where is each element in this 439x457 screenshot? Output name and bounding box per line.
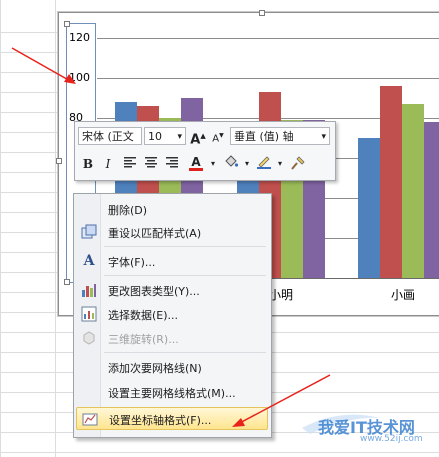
red-arrow-line xyxy=(11,47,73,83)
watermark-logo: 我爱IT技术网 www.52ij.com xyxy=(300,408,439,448)
red-arrow-head xyxy=(232,418,245,427)
annotation-arrows xyxy=(11,47,331,427)
watermark-url: www.52ij.com xyxy=(360,434,423,444)
